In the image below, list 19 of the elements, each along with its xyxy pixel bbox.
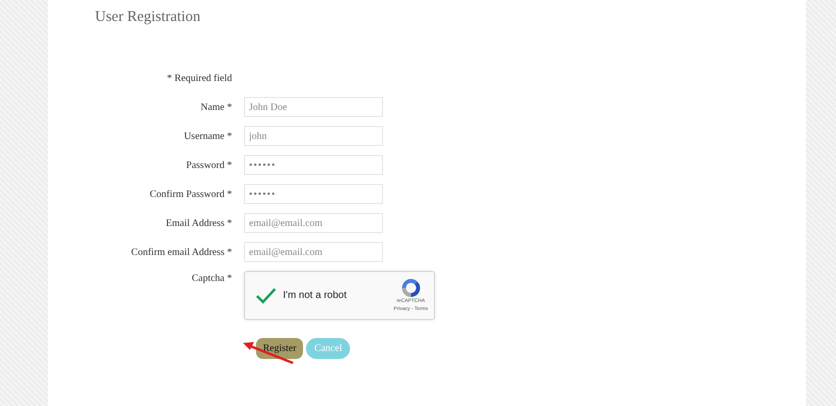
field-label: Name *: [200, 102, 232, 112]
field-label: Email Address *: [166, 218, 232, 228]
recaptcha-logo-icon: [400, 278, 422, 298]
input-field[interactable]: ••••••: [244, 155, 383, 175]
required-note: * Required field: [167, 72, 232, 84]
field-label: Confirm email Address *: [131, 246, 232, 258]
field-label: Captcha *: [192, 273, 232, 284]
input-field[interactable]: ••••••: [244, 184, 383, 204]
input-field[interactable]: John Doe: [244, 97, 383, 117]
field-label: Password *: [186, 160, 232, 170]
input-field[interactable]: email@email.com: [244, 213, 383, 233]
page-title: User Registration: [95, 8, 202, 26]
register-button[interactable]: Register: [256, 338, 304, 359]
captcha-label: I'm not a robot: [283, 289, 348, 303]
field-label: Username *: [184, 130, 232, 142]
input-field[interactable]: email@email.com: [244, 242, 383, 262]
input-field[interactable]: john: [244, 126, 383, 146]
check-icon[interactable]: [255, 286, 277, 304]
field-label: Confirm Password *: [150, 188, 232, 200]
